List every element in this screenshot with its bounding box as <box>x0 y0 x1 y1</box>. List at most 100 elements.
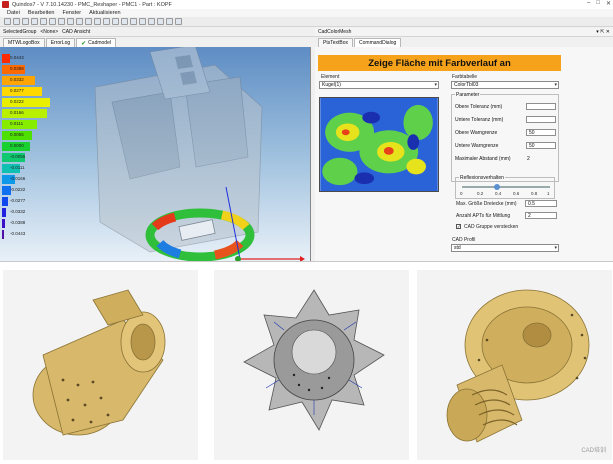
toolbar-button[interactable] <box>175 18 182 25</box>
upper-tolerance-label: Obere Toleranz (mm) <box>455 104 503 110</box>
max-triangle-label: Max. Größe Dreiecke (mm) <box>456 201 517 207</box>
toolbar-button[interactable] <box>40 18 47 25</box>
element-select[interactable]: Kugel(1) ▾ <box>319 81 439 89</box>
apts-input[interactable]: 2 <box>525 212 557 219</box>
toolbar-button[interactable] <box>31 18 38 25</box>
pin-dropdown-button[interactable]: ▾ <box>596 29 599 35</box>
parameter-group-title: Parameter <box>455 92 481 98</box>
legend-value: 0.0388 <box>10 66 24 71</box>
tab-ptstextbox[interactable]: PtsTextBox <box>318 38 354 47</box>
toolbar-button[interactable] <box>157 18 164 25</box>
max-triangle-input[interactable]: 0.5 <box>525 200 557 207</box>
menu-fenster[interactable]: Fenster <box>62 10 81 16</box>
upper-tolerance-input[interactable] <box>526 103 556 110</box>
hide-group-checkbox[interactable]: ✓ <box>456 224 461 229</box>
legend-value: -0.0277 <box>10 198 26 203</box>
colortable-label: Farbtabelle <box>452 74 478 80</box>
minimize-button[interactable]: – <box>587 0 590 7</box>
reflection-slider-track[interactable] <box>462 186 550 188</box>
chevron-down-icon: ▾ <box>554 82 557 88</box>
tab-errorlog[interactable]: ErrorLog <box>45 38 76 47</box>
legend-value: -0.0222 <box>10 187 26 192</box>
toolbar-button[interactable] <box>58 18 65 25</box>
app-logo-icon <box>2 1 9 8</box>
lower-warning-input[interactable]: 50 <box>526 142 556 149</box>
legend-value: -0.0388 <box>10 220 26 225</box>
gear-housing-render <box>3 270 198 460</box>
menu-datei[interactable]: Datei <box>7 10 20 16</box>
parameter-group: Parameter Obere Toleranz (mm) Untere Tol… <box>451 92 559 182</box>
left-tab-strip: MTWLogoBox ErrorLog ✔ Cadmodel <box>0 38 315 47</box>
bevel-gear-render <box>214 270 409 460</box>
legend-value: -0.0166 <box>10 176 26 181</box>
reflection-group-title: Reflexionsverhalten <box>459 175 505 181</box>
toolbar-button[interactable] <box>67 18 74 25</box>
toolbar-button[interactable] <box>85 18 92 25</box>
close-button[interactable]: ✕ <box>606 0 611 7</box>
legend-value: 0.0166 <box>10 110 24 115</box>
cad-profile-label: CAD Profil <box>452 237 476 243</box>
toolbar-button[interactable] <box>22 18 29 25</box>
reflection-tick: 1 <box>547 191 550 196</box>
toolbar-button[interactable] <box>130 18 137 25</box>
cad-mesh-header: CadColorMesh ▾ ⇱ ✕ <box>315 28 613 37</box>
selected-group-label: SelectedGroup <box>3 29 37 35</box>
reflection-tick: 0.6 <box>513 191 520 196</box>
legend-value: -0.0111 <box>10 165 25 170</box>
toolbar-button[interactable] <box>148 18 155 25</box>
lower-warning-label: Untere Warngrenze <box>455 143 499 149</box>
lower-tolerance-input[interactable] <box>526 116 556 123</box>
color-legend: 0.0443 0.0388 0.0332 0.0277 0.0222 0.0166 0.01… <box>2 54 52 244</box>
tab-cadmodel[interactable]: ✔ Cadmodel <box>76 38 116 47</box>
legend-value: 0.0332 <box>10 77 24 82</box>
command-dialog-panel: Zeige Fläche mit Farbverlauf an Element … <box>315 47 613 261</box>
toolbar-button[interactable] <box>13 18 20 25</box>
element-select-value: Kugel(1) <box>322 82 341 88</box>
toolbar-button[interactable] <box>49 18 56 25</box>
toolbar-button[interactable] <box>112 18 119 25</box>
toolbar-button[interactable] <box>76 18 83 25</box>
legend-value: 0.0055 <box>10 132 24 137</box>
tab-commanddialog[interactable]: CommandDialog <box>354 38 402 47</box>
colortable-select-value: ColorTbl03 <box>454 82 479 88</box>
legend-value: -0.0443 <box>10 231 26 236</box>
reflection-tick: 0.4 <box>495 191 502 196</box>
menu-aktualisieren[interactable]: Aktualisieren <box>89 10 121 16</box>
legend-value: 0.0000 <box>10 143 24 148</box>
float-button[interactable]: ⇱ <box>600 29 604 35</box>
tab-mtwlogobox[interactable]: MTWLogoBox <box>3 38 45 47</box>
legend-value: -0.0332 <box>10 209 26 214</box>
toolbar-button[interactable] <box>4 18 11 25</box>
right-tab-strip: PtsTextBox CommandDialog <box>315 38 613 47</box>
deviation-heatmap <box>319 97 439 192</box>
reflection-tick: 0.2 <box>477 191 484 196</box>
legend-bar <box>2 208 6 217</box>
toolbar-button[interactable] <box>139 18 146 25</box>
selected-group-value[interactable]: <None> <box>40 29 58 35</box>
cad-3d-viewport[interactable]: 0.0443 0.0388 0.0332 0.0277 0.0222 0.0166 0.01… <box>0 47 311 261</box>
legend-bar <box>2 230 4 239</box>
reflection-tick: 0 <box>460 191 463 196</box>
chevron-down-icon: ▾ <box>434 82 437 88</box>
reflection-slider-knob[interactable] <box>494 184 501 190</box>
legend-value: -0.0055 <box>10 154 26 159</box>
toolbar-button[interactable] <box>94 18 101 25</box>
toolbar-button[interactable] <box>166 18 173 25</box>
maximize-button[interactable]: □ <box>596 0 600 7</box>
upper-warning-input[interactable]: 50 <box>526 129 556 136</box>
menu-bearbeiten[interactable]: Bearbeiten <box>28 10 55 16</box>
toolbar <box>0 17 613 27</box>
cad-profile-select[interactable]: std ▾ <box>451 244 559 252</box>
legend-bar <box>2 197 8 206</box>
max-distance-label: Maximaler Abstand (mm) <box>455 156 511 162</box>
toolbar-button[interactable] <box>103 18 110 25</box>
close-panel-button[interactable]: ✕ <box>606 29 610 35</box>
max-distance-value[interactable]: 2 <box>527 156 530 162</box>
legend-value: 0.0111 <box>10 121 24 126</box>
cad-mesh-title: CadColorMesh <box>318 29 352 35</box>
watermark-text: CAD培训 <box>581 448 606 454</box>
legend-bar <box>2 54 10 63</box>
cad-profile-value: std <box>454 245 461 251</box>
colortable-select[interactable]: ColorTbl03 ▾ <box>451 81 559 89</box>
toolbar-button[interactable] <box>121 18 128 25</box>
